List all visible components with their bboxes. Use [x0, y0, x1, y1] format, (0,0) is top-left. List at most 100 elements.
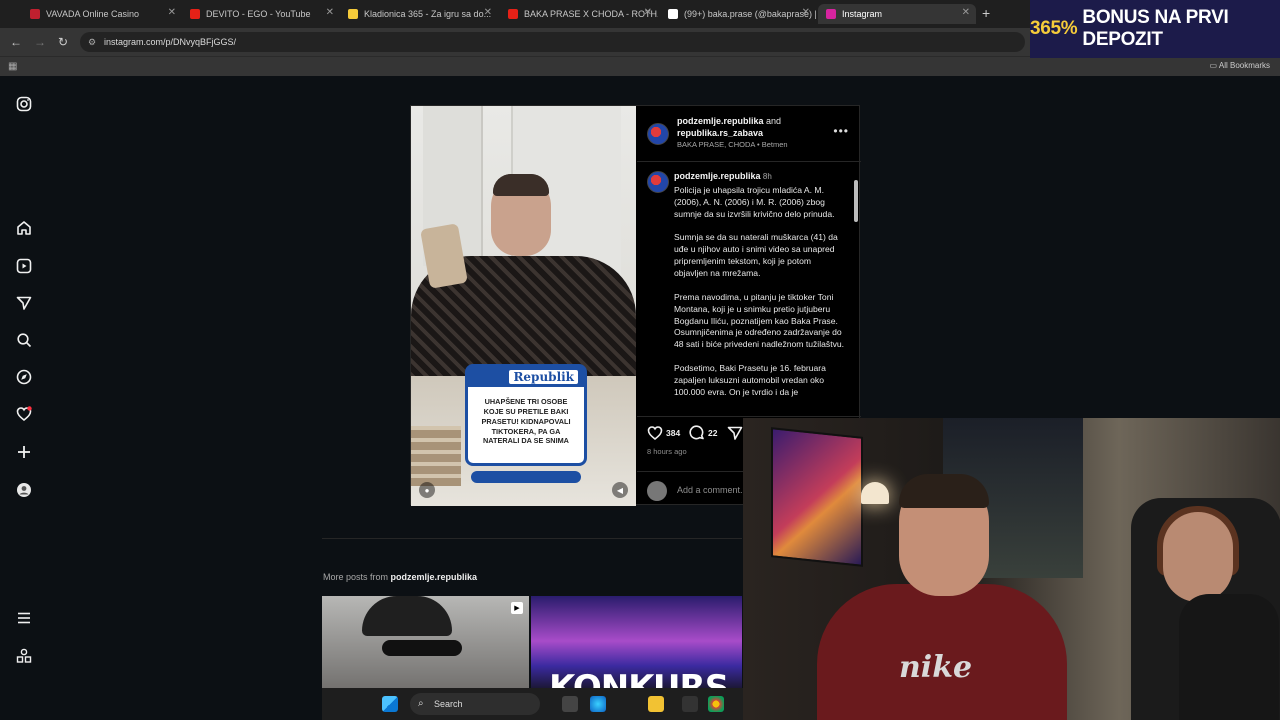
close-tab-icon[interactable]: ✕ — [962, 7, 970, 18]
forward-icon[interactable]: → — [34, 35, 46, 49]
tab-tiktok[interactable]: (99+) baka.prase (@bakaprase) | ✕ — [660, 4, 816, 24]
messages-icon[interactable] — [14, 293, 34, 313]
bookmarks-bar: ▦ ▭ All Bookmarks — [0, 56, 1280, 76]
comment-button[interactable]: 22 — [689, 425, 717, 441]
chrome-icon[interactable] — [708, 696, 724, 712]
new-tab-icon[interactable]: + — [982, 5, 990, 21]
section-divider — [322, 538, 742, 539]
kladionica-favicon-icon — [348, 9, 358, 19]
url-field[interactable]: ⚙ instagram.com/p/DNvyqBFjGGS/ — [80, 32, 1025, 52]
task-view-icon[interactable] — [562, 696, 578, 712]
tab-title: Instagram — [842, 9, 883, 19]
woman-face — [1163, 512, 1233, 602]
tab-kladionica[interactable]: Kladionica 365 - Za igru sa do... ✕ — [340, 4, 498, 24]
all-bookmarks-label: All Bookmarks — [1218, 61, 1270, 70]
news-headline: UHAPŠENE TRI OSOBE KOJE SU PRETILE BAKI … — [481, 397, 571, 446]
more-posts-heading: More posts from podzemlje.republika — [323, 572, 477, 582]
url-text: instagram.com/p/DNvyqBFjGGS/ — [104, 37, 237, 47]
instagram-sidebar — [0, 76, 48, 720]
author-link[interactable]: podzemlje.republika — [677, 116, 764, 126]
mute-icon[interactable]: ◀ — [612, 482, 628, 498]
more-options-icon[interactable]: ••• — [833, 124, 849, 138]
more-post-thumbnail[interactable]: KONKURS — [531, 596, 742, 696]
tab-title: DEVITO - EGO - YouTube — [206, 9, 311, 19]
caption-area: podzemlje.republika 8h Policija je uhaps… — [637, 163, 861, 415]
search-icon[interactable] — [14, 330, 34, 350]
start-icon[interactable] — [382, 696, 398, 712]
tab-title: BAKA PRASE X CHODA - ROTH... — [524, 9, 658, 19]
like-button[interactable]: 384 — [647, 425, 680, 441]
caption-paragraph: Policija je uhapsila trojicu mladića A. … — [674, 184, 835, 219]
tab-youtube-baka-prase[interactable]: BAKA PRASE X CHODA - ROTH... ✕ — [500, 4, 658, 24]
instagram-icon[interactable] — [14, 94, 34, 114]
more-apps-icon[interactable] — [14, 646, 34, 666]
shirt-logo-text: nike — [899, 650, 973, 685]
tab-title: (99+) baka.prase (@bakaprase) | — [684, 9, 816, 19]
menu-icon[interactable] — [14, 608, 34, 628]
tagged-users-icon[interactable]: ● — [419, 482, 435, 498]
caption-scrollbar[interactable] — [853, 166, 859, 416]
app-icon[interactable] — [682, 696, 698, 712]
caption-author[interactable]: podzemlje.republika — [674, 171, 761, 181]
more-post-thumbnail[interactable]: ▶ — [322, 596, 529, 696]
caption-paragraph: Prema navodima, u pitanju je tiktoker To… — [674, 291, 845, 350]
apps-grid-icon[interactable]: ▦ — [8, 61, 17, 72]
tab-title: VAVADA Online Casino — [46, 9, 140, 19]
home-icon[interactable] — [14, 218, 34, 238]
share-icon — [727, 426, 743, 440]
coauthor-link[interactable]: republika.rs_zabava — [677, 128, 763, 138]
taskbar-search[interactable]: ⌕ Search — [410, 693, 540, 715]
post-header: podzemlje.republika and republika.rs_zab… — [637, 106, 861, 162]
news-headline-card: Republik UHAPŠENE TRI OSOBE KOJE SU PRET… — [465, 364, 587, 466]
tab-instagram[interactable]: Instagram ✕ — [818, 4, 976, 24]
back-icon[interactable]: ← — [10, 35, 22, 49]
all-bookmarks-button[interactable]: ▭ All Bookmarks — [1210, 61, 1270, 70]
close-tab-icon[interactable]: ✕ — [802, 7, 810, 18]
edge-icon[interactable] — [590, 696, 606, 712]
close-tab-icon[interactable]: ✕ — [326, 7, 334, 18]
man-cap — [362, 596, 452, 636]
more-posts-account[interactable]: podzemlje.republika — [391, 572, 478, 582]
taskbar-search-label: Search — [434, 699, 463, 709]
caption-author-avatar[interactable] — [647, 171, 669, 193]
close-tab-icon[interactable]: ✕ — [644, 7, 652, 18]
site-info-icon[interactable]: ⚙ — [88, 32, 96, 52]
bonus-percent: 365% — [1030, 18, 1078, 39]
casino-favicon-icon — [30, 9, 40, 19]
and-text: and — [766, 116, 782, 126]
webcam-overlay: nike — [743, 418, 1280, 720]
close-tab-icon[interactable]: ✕ — [484, 7, 492, 18]
explore-icon[interactable] — [14, 367, 34, 387]
woman-body — [1179, 594, 1279, 720]
post-authors: podzemlje.republika and republika.rs_zab… — [677, 116, 788, 151]
profile-icon[interactable] — [14, 480, 34, 500]
news-card-header: Republik — [468, 367, 584, 387]
comment-icon — [689, 425, 704, 440]
post-video[interactable]: Republik UHAPŠENE TRI OSOBE KOJE SU PRET… — [411, 106, 636, 506]
reel-icon: ▶ — [511, 602, 523, 614]
caption-text: podzemlje.republika 8h Policija je uhaps… — [674, 170, 846, 411]
tab-title: Kladionica 365 - Za igru sa do... — [364, 9, 492, 19]
reels-icon[interactable] — [14, 256, 34, 276]
streamer-hair — [899, 474, 989, 508]
audio-label[interactable]: BAKA PRASE, CHODA • Betmen — [677, 140, 788, 149]
tab-youtube-devito[interactable]: DEVITO - EGO - YouTube ✕ — [182, 4, 340, 24]
reload-icon[interactable]: ↻ — [58, 35, 68, 49]
streamer: nike — [817, 472, 1067, 720]
create-icon[interactable] — [14, 442, 34, 462]
scrollbar-thumb[interactable] — [854, 180, 858, 222]
author-avatar[interactable] — [647, 123, 669, 145]
money-stacks — [411, 426, 461, 486]
commenter-avatar — [647, 481, 667, 501]
file-explorer-icon[interactable] — [648, 696, 664, 712]
comment-input[interactable]: Add a comment... — [677, 485, 748, 495]
instagram-favicon-icon — [826, 9, 836, 19]
close-tab-icon[interactable]: ✕ — [168, 7, 176, 18]
caption-paragraph: Sumnja se da su naterali muškarca (41) d… — [674, 232, 838, 279]
bonus-text: BONUS NA PRVI DEPOZIT — [1082, 7, 1229, 50]
share-button[interactable] — [727, 425, 743, 441]
tab-vavada[interactable]: VAVADA Online Casino ✕ — [22, 4, 182, 24]
bonus-ad-banner: 365% BONUS NA PRVI DEPOZIT — [1030, 0, 1280, 58]
notifications-icon[interactable] — [14, 404, 34, 424]
youtube-favicon-icon — [190, 9, 200, 19]
